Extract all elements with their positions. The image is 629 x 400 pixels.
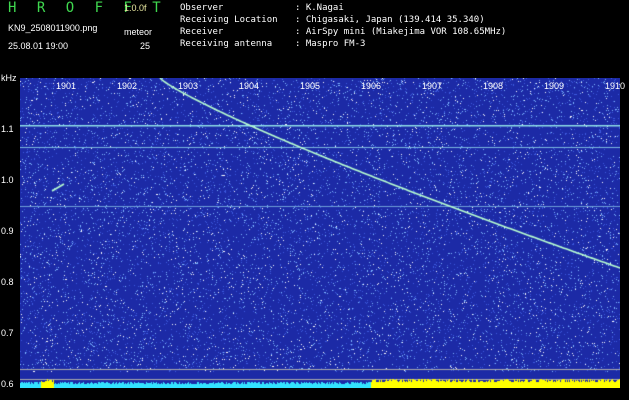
x-tick-label: 1906: [361, 81, 382, 91]
y-tick-label: 0.9: [1, 226, 14, 236]
x-tick-label: 1904: [239, 81, 260, 91]
info-key: Observer: [180, 3, 224, 13]
x-tick-label: 1909: [544, 81, 565, 91]
info-antenna: Receiving antenna : Maspro FM-3: [180, 39, 365, 49]
header-panel: H R O F F T 1.0.0f KN9_2508011900.png 25…: [0, 0, 629, 78]
info-value: : K.Nagai: [295, 3, 344, 13]
y-tick-label: 1.1: [1, 124, 14, 134]
x-tick-label: 1910: [605, 81, 626, 91]
app-version: 1.0.0f: [124, 3, 147, 13]
spectrogram[interactable]: [20, 78, 620, 388]
unit-label: kHz: [1, 73, 17, 83]
file-name: KN9_2508011900.png: [8, 23, 98, 33]
y-tick-label: 1.0: [1, 175, 14, 185]
x-tick-label: 1905: [300, 81, 321, 91]
date-time: 25.08.01 19:00: [8, 41, 69, 51]
x-tick-label: 1901: [56, 81, 77, 91]
y-tick-label: 0.8: [1, 277, 14, 287]
info-key: Receiving antenna: [180, 39, 273, 49]
x-tick-label: 1902: [117, 81, 138, 91]
x-tick-label: 1908: [483, 81, 504, 91]
info-value: : Chigasaki, Japan (139.414 35.340): [295, 15, 485, 25]
meteor-label: meteor: [124, 27, 153, 37]
info-receiver: Receiver : AirSpy mini (Miakejima VOR 108…: [180, 27, 506, 37]
info-location: Receiving Location : Chigasaki, Japan (13…: [180, 15, 485, 25]
y-tick-label: 0.6: [1, 379, 14, 389]
meteor-count: 25: [140, 41, 151, 51]
info-value: : AirSpy mini (Miakejima VOR 108.65MHz): [295, 27, 507, 37]
y-tick-label: 0.7: [1, 328, 14, 338]
info-observer: Observer : K.Nagai: [180, 3, 344, 13]
info-key: Receiver: [180, 27, 224, 37]
info-key: Receiving Location: [180, 15, 278, 25]
x-tick-label: 1907: [422, 81, 443, 91]
x-tick-label: 1903: [178, 81, 199, 91]
info-value: : Maspro FM-3: [295, 39, 366, 49]
